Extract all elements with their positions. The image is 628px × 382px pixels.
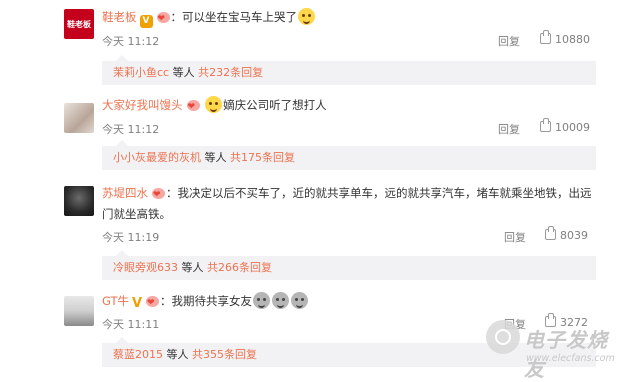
comment-text: ：我决定以后不买车了，近的就共享单车，远的就共享汽车，堵车就乘坐地铁，出远 [166,186,592,200]
verified-badge-icon: V [132,296,143,311]
comment-text-continued: 门就坐高铁。 [102,207,171,221]
comment-line: 苏堤四水 ：我决定以后不买车了，近的就共享单车，远的就共享汽车，堵车就乘坐地铁，出… [102,184,592,204]
sub-replies-box[interactable]: 冷眼旁观633 等人 共266条回复 [102,250,596,280]
like-button[interactable]: 10009 [540,118,590,134]
verified-badge-icon: V [139,15,153,28]
thumbs-up-icon [540,118,551,132]
callout-arrow [116,55,128,61]
username-link[interactable]: GT牛 [102,294,129,308]
vip-crown-icon [186,98,201,116]
comment-time: 今天 11:19 [102,231,160,244]
comment-line: 鞋老板V ：可以坐在宝马车上哭了 [102,8,316,28]
sub-reply-usernames[interactable]: 冷眼旁观633 [113,261,178,274]
monkey-emoji-icon [291,292,309,309]
comment-text: ：可以坐在宝马车上哭了 [170,10,298,24]
avatar-logo-text: 鞋老板 [67,19,91,29]
avatar[interactable] [64,186,94,216]
comment-line: 大家好我叫馒头 嫡庆公司听了想打人 [102,96,327,116]
username-link[interactable]: 鞋老板 [102,10,137,24]
username-link[interactable]: 大家好我叫馒头 [102,98,183,112]
username-link[interactable]: 苏堤四水 [102,186,148,200]
sub-reply-count-link[interactable]: 共232条回复 [198,66,263,79]
like-count: 8039 [560,229,588,242]
avatar[interactable] [64,296,94,326]
sub-replies-box[interactable]: 小小灰最爱的灰机 等人 共175条回复 [102,140,596,170]
sub-reply-count-link[interactable]: 共175条回复 [230,151,295,164]
sub-reply-middle: 等人 [169,66,199,79]
like-count: 10880 [555,33,590,46]
reply-button[interactable]: 回复 [504,229,526,245]
sub-reply-usernames[interactable]: 蔡蓝2015 [113,348,163,361]
cat-face-emoji-icon [298,8,315,25]
sub-reply-middle: 等人 [163,348,192,361]
sub-reply-usernames[interactable]: 茉莉小鱼cc [113,66,169,79]
callout-arrow [116,250,128,256]
watermark: 电子发烧友 www.elecfans.com [486,320,626,381]
comment-text: ：我期待共享女友 [160,294,253,308]
vip-crown-icon [151,186,166,204]
like-count: 10009 [555,121,590,134]
monkey-emoji-icon [253,292,271,309]
monkey-emoji-icon [272,292,290,309]
vip-crown-icon [156,10,171,28]
comment-line: GT牛V ：我期待共享女友 [102,292,309,312]
sub-replies-box[interactable]: 茉莉小鱼cc 等人 共232条回复 [102,55,596,85]
grin-emoji-icon [205,96,223,113]
callout-arrow [116,337,128,343]
sub-reply-middle: 等人 [201,151,230,164]
sub-reply-usernames[interactable]: 小小灰最爱的灰机 [113,151,201,164]
sub-reply-middle: 等人 [178,261,207,274]
thumbs-up-icon [545,226,556,240]
watermark-url: www.elecfans.com [526,353,615,364]
comment-time: 今天 11:12 [102,35,160,48]
comment-text: 嫡庆公司听了想打人 [223,98,327,112]
reply-button[interactable]: 回复 [498,33,520,49]
sub-reply-count-link[interactable]: 共266条回复 [207,261,272,274]
like-button[interactable]: 10880 [540,30,590,46]
like-button[interactable]: 8039 [545,226,588,242]
avatar[interactable] [64,103,94,133]
comment-time: 今天 11:11 [102,318,160,331]
reply-button[interactable]: 回复 [498,121,520,137]
callout-arrow [116,140,128,146]
comment-time: 今天 11:12 [102,123,160,136]
avatar[interactable]: 鞋老板 [64,9,94,39]
vip-crown-icon [145,294,160,312]
watermark-logo-icon [486,320,520,354]
sub-reply-count-link[interactable]: 共355条回复 [192,348,257,361]
thumbs-up-icon [540,30,551,44]
